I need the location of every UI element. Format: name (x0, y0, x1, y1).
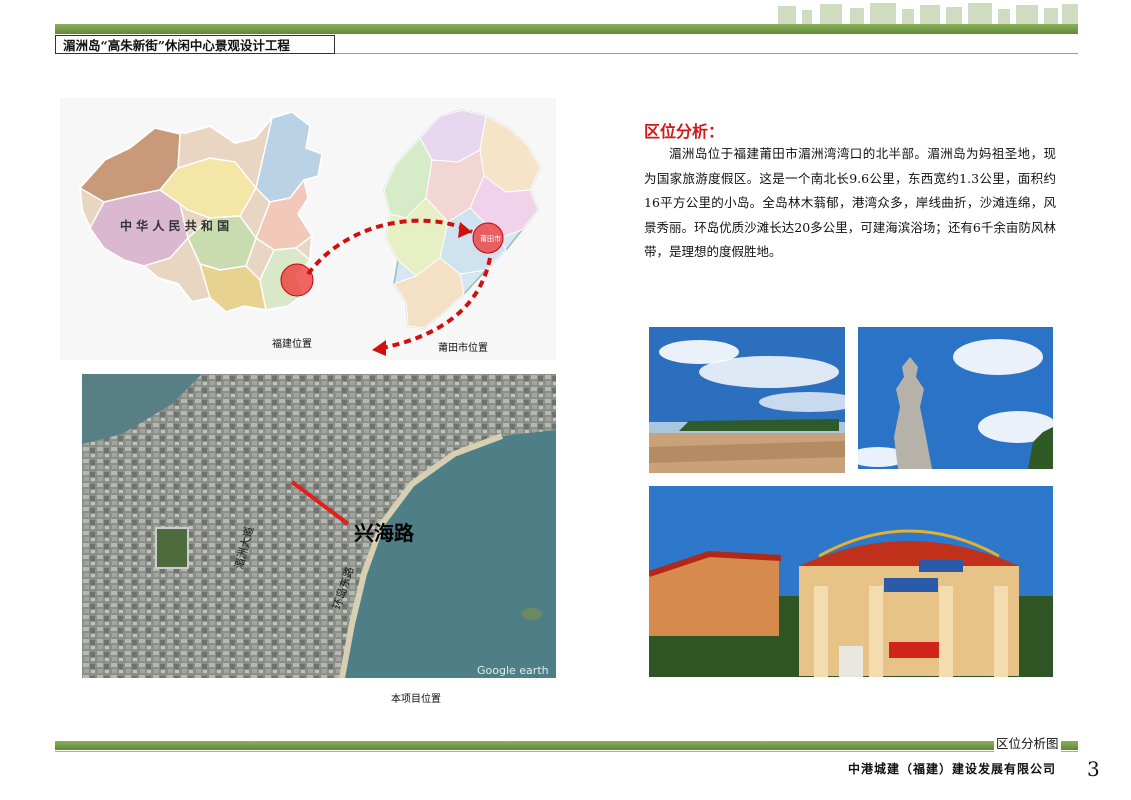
project-title: 湄洲岛“高朱新街”休闲中心景观设计工程 (55, 35, 335, 54)
putian-location-caption: 莆田市位置 (438, 343, 488, 354)
figure-label: 区位分析图 (994, 733, 1061, 752)
section-body: 湄洲岛位于福建莆田市湄洲湾湾口的北半部。湄洲岛为妈祖圣地，现为国家旅游度假区。这… (644, 146, 1056, 259)
fujian-marker (280, 263, 314, 297)
header-band (55, 24, 1078, 34)
footer-divider (55, 751, 1078, 752)
section-title: 区位分析： (644, 122, 725, 141)
putian-marker-label: 莆田市 (480, 234, 501, 243)
mazu-statue-photo (858, 327, 1053, 469)
location-maps: 中 华 人 民 共 和 国 莆田市 (60, 98, 556, 360)
company-name: 中港城建（福建）建设发展有限公司 (848, 762, 1057, 776)
fujian-location-caption: 福建位置 (272, 339, 312, 350)
site-location-caption: 本项目位置 (391, 694, 441, 705)
google-earth-watermark: Google earth (477, 664, 549, 677)
temple-gate-photo (649, 486, 1053, 677)
satellite-site-map: 兴海路 湄洲大道 环岛东路 Google earth (82, 374, 556, 678)
beach-photo (649, 327, 845, 473)
china-map-label: 中 华 人 民 共 和 国 (120, 218, 229, 233)
footer-band (55, 741, 1078, 750)
page-number: 3 (1087, 757, 1100, 781)
road-label-xinghai: 兴海路 (354, 521, 415, 545)
header-divider (335, 53, 1078, 54)
